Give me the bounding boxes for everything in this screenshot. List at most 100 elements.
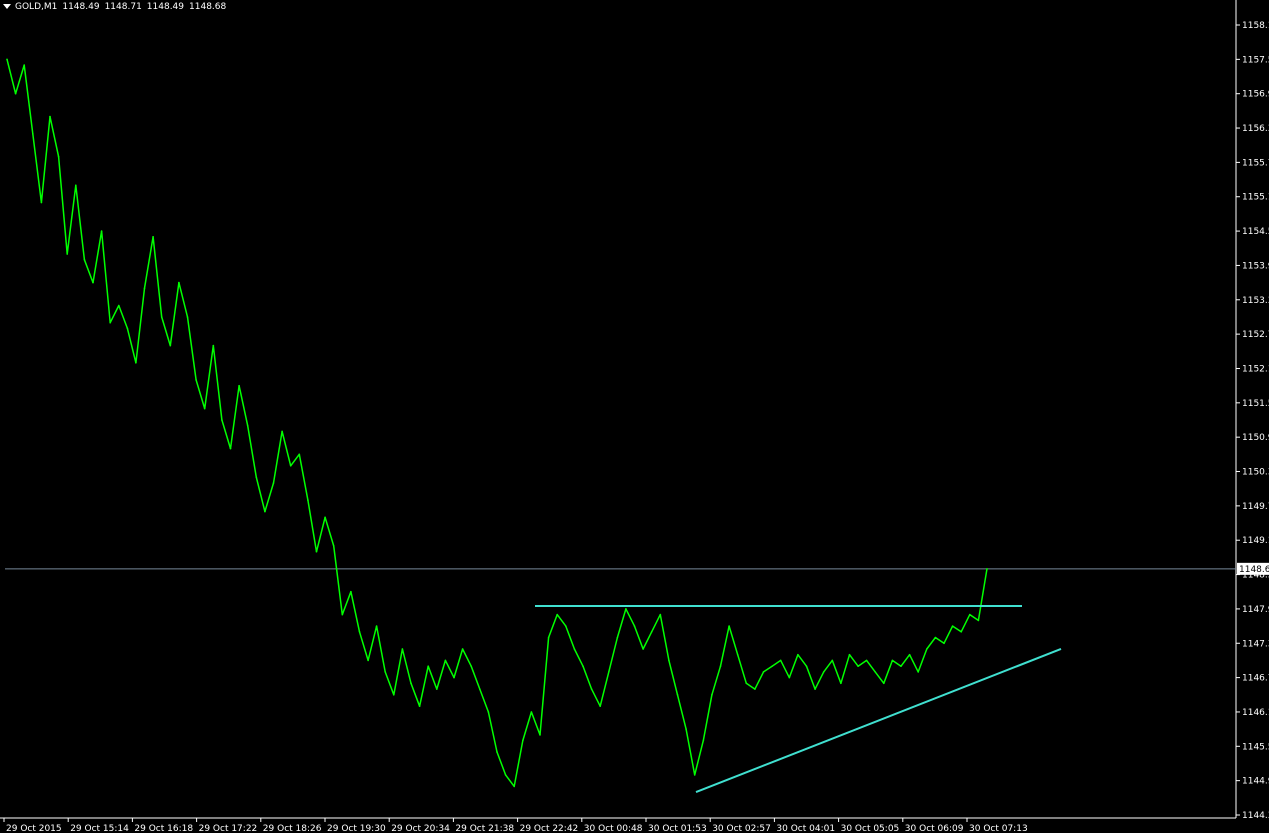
price-point xyxy=(874,671,876,673)
support-trendline[interactable] xyxy=(695,648,1062,794)
price-point xyxy=(221,419,223,421)
price-point xyxy=(676,694,679,696)
price-point xyxy=(118,304,120,307)
price-point xyxy=(367,659,369,662)
price-point xyxy=(513,785,515,788)
price-point xyxy=(246,424,249,427)
price-point xyxy=(487,711,490,713)
y-tick-label: 1157.5 xyxy=(1242,55,1269,65)
price-point xyxy=(427,665,430,667)
y-tick-label: 1155.7 xyxy=(1242,158,1269,168)
price-point xyxy=(728,625,730,627)
price-point xyxy=(453,676,455,679)
trendline-layer xyxy=(535,605,1062,794)
price-point xyxy=(255,476,258,479)
price-point xyxy=(951,625,954,627)
price-point xyxy=(410,682,412,685)
y-tick-label: 1156.9 xyxy=(1242,90,1269,100)
price-point xyxy=(444,659,447,662)
price-point xyxy=(960,631,962,633)
price-point xyxy=(436,688,438,690)
price-point xyxy=(908,653,911,656)
price-point xyxy=(702,739,705,742)
price-point xyxy=(633,625,636,627)
price-point xyxy=(530,711,533,713)
price-point xyxy=(92,281,94,284)
current-price-label: 1148.6 xyxy=(1239,565,1269,575)
x-tick-label: 29 Oct 20:34 xyxy=(391,824,450,833)
price-point xyxy=(32,133,34,135)
x-tick-label: 30 Oct 04:01 xyxy=(776,824,835,833)
price-point xyxy=(49,115,51,118)
price-point xyxy=(169,344,172,347)
price-point xyxy=(754,688,756,690)
y-tick-label: 1152.7 xyxy=(1242,330,1269,340)
x-tick-label: 29 Oct 16:18 xyxy=(134,824,193,833)
price-point xyxy=(6,58,8,61)
price-point xyxy=(281,430,283,433)
price-point xyxy=(100,230,103,232)
price-point xyxy=(160,316,163,318)
y-tick-label: 1153.9 xyxy=(1242,261,1269,271)
price-point xyxy=(298,453,301,456)
price-point xyxy=(195,379,197,381)
x-tick-label: 30 Oct 07:13 xyxy=(969,824,1028,833)
price-point xyxy=(152,236,154,238)
price-point xyxy=(272,482,275,484)
price-point xyxy=(719,665,722,667)
axes xyxy=(0,0,1240,822)
x-tick-label: 29 Oct 21:38 xyxy=(455,824,514,833)
y-tick-label: 1144.3 xyxy=(1242,811,1269,821)
price-point xyxy=(547,636,550,639)
price-point xyxy=(599,705,601,707)
price-point xyxy=(840,682,842,685)
price-point xyxy=(797,653,799,656)
price-point xyxy=(883,682,885,685)
price-point xyxy=(14,92,17,95)
price-point xyxy=(693,774,696,776)
price-point xyxy=(762,671,765,673)
price-point xyxy=(66,253,68,255)
price-point xyxy=(109,321,111,324)
price-point xyxy=(814,688,816,690)
price-point xyxy=(565,625,567,627)
price-point xyxy=(539,734,541,736)
price-point xyxy=(315,550,318,553)
price-point xyxy=(238,384,240,387)
price-point xyxy=(522,739,524,742)
chart-window[interactable]: GOLD,M1 1148.49 1148.71 1148.49 1148.68 1158… xyxy=(0,0,1269,833)
x-tick-label: 29 Oct 19:30 xyxy=(327,824,386,833)
x-tick-label: 29 Oct 2015 xyxy=(6,824,62,833)
price-point xyxy=(573,648,576,650)
y-tick-label: 1152.1 xyxy=(1242,364,1269,374)
price-point xyxy=(307,499,309,501)
y-tick-label: 1156.3 xyxy=(1242,124,1269,134)
price-point xyxy=(736,653,739,656)
price-chart[interactable]: 1158.1 1157.5 1156.9 1156.3 1155.7 1155.1 1154… xyxy=(0,0,1269,833)
x-tick-label: 29 Oct 22:42 xyxy=(520,824,579,833)
price-line-layer xyxy=(6,58,988,788)
x-tick-label: 30 Oct 00:48 xyxy=(584,824,643,833)
price-point xyxy=(341,613,344,616)
x-tick-label: 29 Oct 18:26 xyxy=(263,824,322,833)
price-point xyxy=(418,705,421,707)
price-point xyxy=(23,64,26,66)
price-point xyxy=(479,688,481,690)
y-tick-label: 1150.9 xyxy=(1242,433,1269,443)
price-point xyxy=(264,510,266,513)
x-tick-label: 30 Oct 01:53 xyxy=(648,824,707,833)
price-point xyxy=(350,590,352,593)
price-point xyxy=(659,613,662,616)
price-point xyxy=(135,362,137,364)
y-tick-label: 1145.5 xyxy=(1242,742,1269,752)
x-tick-label: 30 Oct 02:57 xyxy=(712,824,771,833)
price-point xyxy=(608,671,610,673)
price-point xyxy=(40,201,43,204)
price-point xyxy=(332,545,335,547)
price-point xyxy=(229,447,232,450)
price-point xyxy=(934,636,937,639)
price-point xyxy=(891,659,894,662)
price-point xyxy=(616,636,619,639)
price-point xyxy=(496,751,498,753)
price-point xyxy=(470,665,473,667)
